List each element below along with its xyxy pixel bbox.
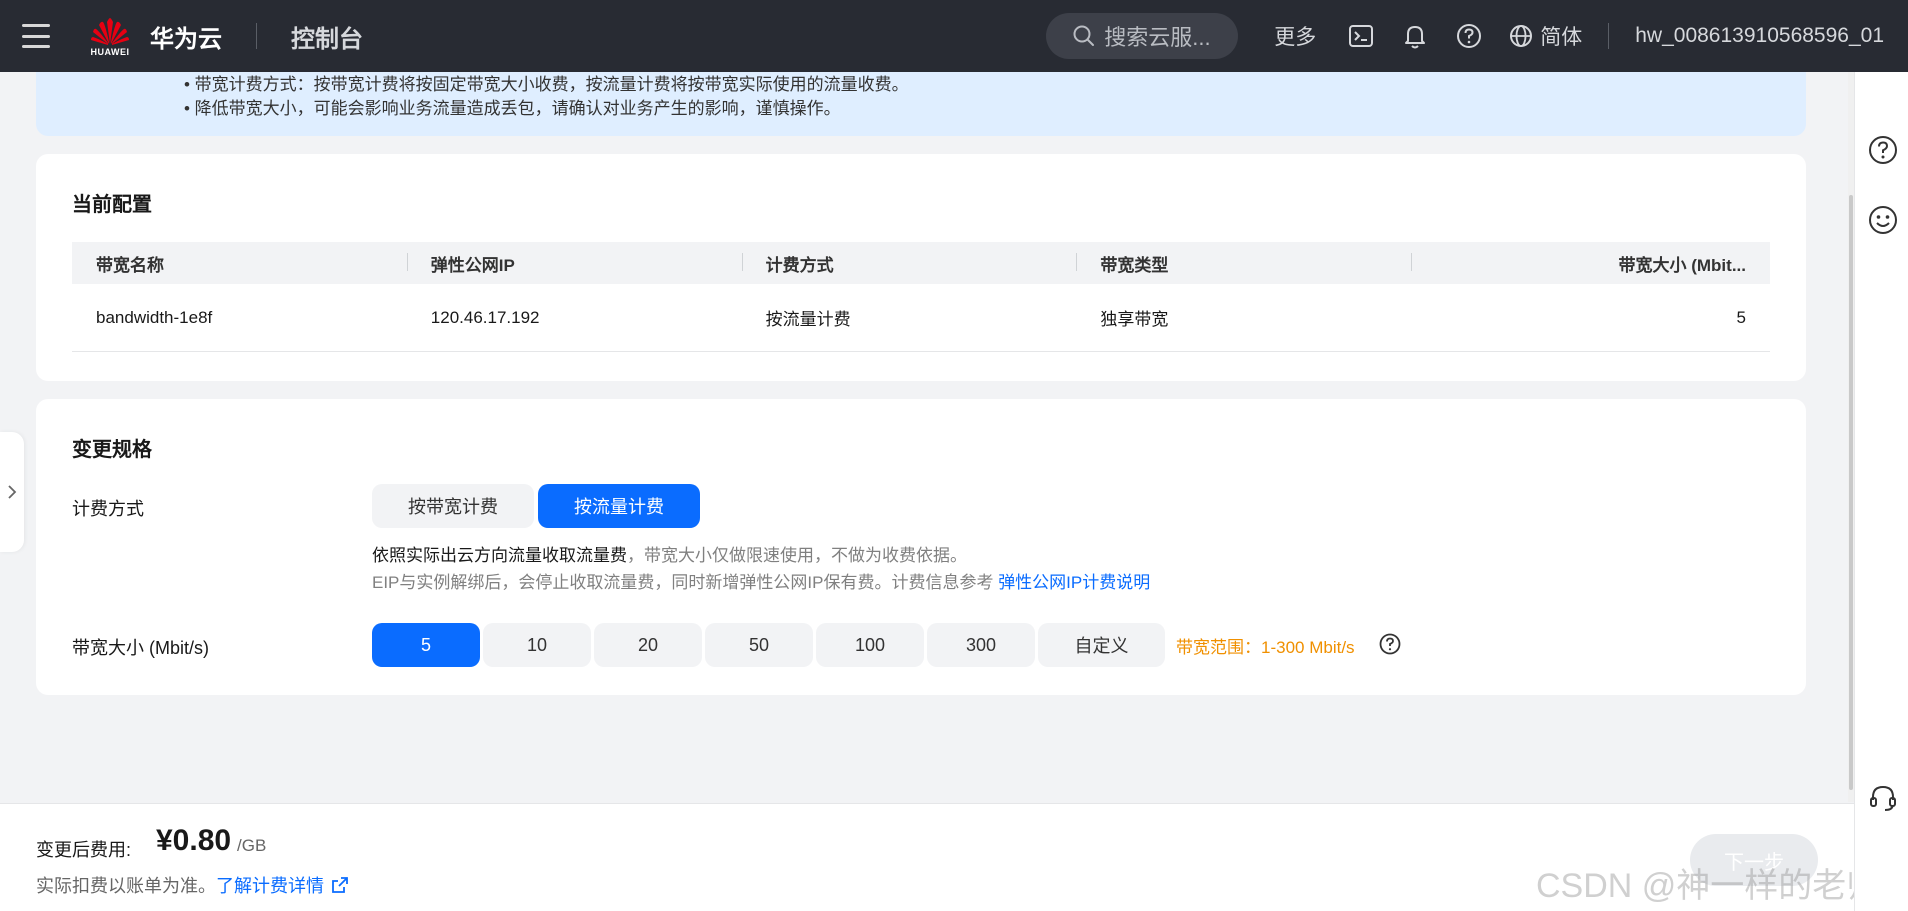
billing-mode-cell: 按流量计费	[765, 310, 851, 329]
terminal-icon[interactable]	[1346, 21, 1376, 51]
bell-icon[interactable]	[1400, 21, 1430, 51]
console-link[interactable]: 控制台	[291, 19, 363, 54]
billing-description-strong: 依照实际出云方向流量收取流量费	[372, 546, 627, 565]
bandwidth-option-100[interactable]: 100	[816, 623, 924, 667]
right-tool-rail	[1854, 72, 1908, 911]
huawei-flower-icon	[91, 17, 129, 45]
fee-unit: /GB	[237, 836, 267, 855]
bandwidth-type-cell: 独享带宽	[1100, 310, 1169, 329]
huawei-logo[interactable]: HUAWEI	[84, 16, 136, 57]
fee-note: 实际扣费以账单为准。了解计费详情	[36, 872, 350, 898]
bandwidth-option-20[interactable]: 20	[594, 623, 702, 667]
billing-description-line2-text: EIP与实例解绑后，会停止收取流量费，同时新增弹性公网IP保有费。计费信息参考	[372, 573, 999, 592]
bandwidth-size-cell: 5	[1736, 307, 1746, 327]
header-right-group: 搜索云服... 更多 简体 hw_008613910568596_01	[1046, 0, 1908, 72]
bandwidth-size-label: 带宽大小 (Mbit/s)	[72, 638, 209, 658]
billing-by-bandwidth-option[interactable]: 按带宽计费	[372, 484, 534, 528]
search-icon	[1073, 25, 1095, 46]
account-name[interactable]: hw_008613910568596_01	[1635, 24, 1884, 48]
bandwidth-range-hint: 带宽范围：1-300 Mbit/s	[1176, 638, 1355, 657]
language-label: 简体	[1540, 26, 1583, 49]
current-config-card: 当前配置 带宽名称 弹性公网IP 计费方式 带宽类型 带宽大小 (Mbit...…	[36, 154, 1806, 381]
column-header: 带宽大小 (Mbit...	[1411, 251, 1770, 276]
external-link-icon[interactable]	[330, 875, 350, 895]
column-header: 计费方式	[741, 251, 1077, 276]
globe-icon	[1510, 25, 1533, 47]
chevron-right-icon	[8, 485, 17, 499]
fee-value: ¥0.80	[156, 824, 232, 857]
brand-name[interactable]: 华为云	[150, 19, 222, 54]
rail-help-icon[interactable]	[1867, 134, 1899, 166]
billing-description-rest: ，带宽大小仅做限速使用，不做为收费依据。	[627, 546, 967, 565]
billing-details-link[interactable]: 了解计费详情	[216, 876, 324, 896]
current-config-title: 当前配置	[72, 194, 152, 216]
search-placeholder: 搜索云服...	[1104, 25, 1211, 50]
billing-notice-banner: • 带宽计费方式：按带宽计费将按固定带宽大小收费，按流量计费将按带宽实际使用的流…	[36, 72, 1806, 136]
billing-by-traffic-option[interactable]: 按流量计费	[538, 484, 700, 528]
billing-description-line2: EIP与实例解绑后，会停止收取流量费，同时新增弹性公网IP保有费。计费信息参考 …	[372, 568, 1150, 593]
eip-billing-doc-link[interactable]: 弹性公网IP计费说明	[998, 573, 1150, 592]
bandwidth-name-cell: bandwidth-1e8f	[96, 307, 213, 327]
feedback-smile-icon[interactable]	[1867, 204, 1899, 236]
bandwidth-option-10[interactable]: 10	[483, 623, 591, 667]
header-separator	[1608, 23, 1610, 49]
bandwidth-option-50[interactable]: 50	[705, 623, 813, 667]
fee-note-text: 实际扣费以账单为准。	[36, 876, 216, 896]
change-spec-card: 变更规格 计费方式 按带宽计费 按流量计费 依照实际出云方向流量收取流量费，带宽…	[36, 399, 1806, 695]
notice-line-1: • 带宽计费方式：按带宽计费将按固定带宽大小收费，按流量计费将按带宽实际使用的流…	[184, 75, 909, 94]
billing-description: 依照实际出云方向流量收取流量费，带宽大小仅做限速使用，不做为收费依据。	[372, 541, 967, 566]
billing-mode-label: 计费方式	[72, 499, 144, 519]
csdn-watermark: CSDN @神一样的老师	[1536, 867, 1881, 905]
column-header: 弹性公网IP	[406, 251, 742, 276]
bandwidth-option-300[interactable]: 300	[927, 623, 1035, 667]
top-navigation-bar: HUAWEI 华为云 控制台 搜索云服... 更多 简体 hw_00861391…	[0, 0, 1908, 72]
column-header: 带宽类型	[1076, 251, 1411, 276]
table-row: bandwidth-1e8f 120.46.17.192 按流量计费 独享带宽 …	[72, 284, 1770, 352]
header-divider	[256, 23, 257, 49]
scrollbar-thumb[interactable]	[1849, 195, 1853, 790]
range-help-icon[interactable]	[1378, 632, 1402, 656]
hamburger-menu-icon[interactable]	[22, 24, 50, 48]
notice-line-2: • 降低带宽大小，可能会影响业务流量造成丢包，请确认对业务产生的影响，谨慎操作。	[184, 99, 841, 118]
more-menu[interactable]: 更多	[1274, 21, 1316, 51]
bandwidth-option-5[interactable]: 5	[372, 623, 480, 667]
checkout-bar: 变更后费用: ¥0.80 /GB 实际扣费以账单为准。了解计费详情 下一步 CS…	[0, 803, 1880, 911]
current-config-table: 带宽名称 弹性公网IP 计费方式 带宽类型 带宽大小 (Mbit... band…	[72, 242, 1770, 352]
eip-cell: 120.46.17.192	[430, 307, 540, 327]
column-header: 带宽名称	[96, 255, 164, 275]
fee-label: 变更后费用:	[36, 840, 132, 860]
bandwidth-option-custom[interactable]: 自定义	[1038, 623, 1165, 667]
language-switcher[interactable]: 简体	[1508, 21, 1582, 51]
help-icon[interactable]	[1454, 21, 1484, 51]
search-input[interactable]: 搜索云服...	[1046, 13, 1239, 59]
customer-service-headset-icon[interactable]	[1867, 782, 1899, 814]
sidebar-expand-tab[interactable]	[0, 432, 24, 552]
table-header: 带宽名称 弹性公网IP 计费方式 带宽类型 带宽大小 (Mbit...	[72, 242, 1770, 284]
change-spec-title: 变更规格	[72, 439, 152, 461]
logo-wordmark: HUAWEI	[90, 46, 130, 57]
